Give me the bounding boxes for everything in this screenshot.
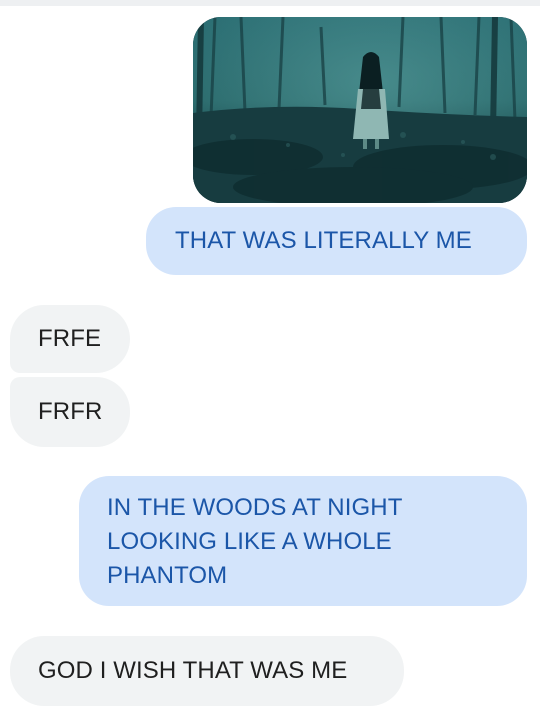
outgoing-message[interactable]: THAT WAS LITERALLY ME bbox=[146, 207, 527, 275]
incoming-message[interactable]: FRFR bbox=[10, 377, 130, 447]
outgoing-message[interactable]: IN THE WOODS AT NIGHT LOOKING LIKE A WHO… bbox=[79, 476, 527, 606]
message-text-line: IN THE WOODS AT NIGHT bbox=[107, 494, 403, 521]
incoming-message[interactable]: GOD I WISH THAT WAS ME bbox=[10, 636, 404, 706]
message-text: FRFE bbox=[38, 325, 102, 352]
message-thread: THAT WAS LITERALLY ME FRFE FRFR IN THE W… bbox=[0, 0, 540, 728]
message-text: GOD I WISH THAT WAS ME bbox=[38, 657, 348, 684]
message-text: THAT WAS LITERALLY ME bbox=[175, 227, 472, 254]
incoming-message[interactable]: FRFE bbox=[10, 305, 130, 373]
foggy-forest-figure-image bbox=[193, 17, 527, 203]
message-text-line: PHANTOM bbox=[107, 562, 228, 589]
message-text-line: LOOKING LIKE A WHOLE bbox=[107, 528, 392, 555]
image-message[interactable] bbox=[193, 17, 527, 203]
message-text: FRFR bbox=[38, 398, 103, 425]
